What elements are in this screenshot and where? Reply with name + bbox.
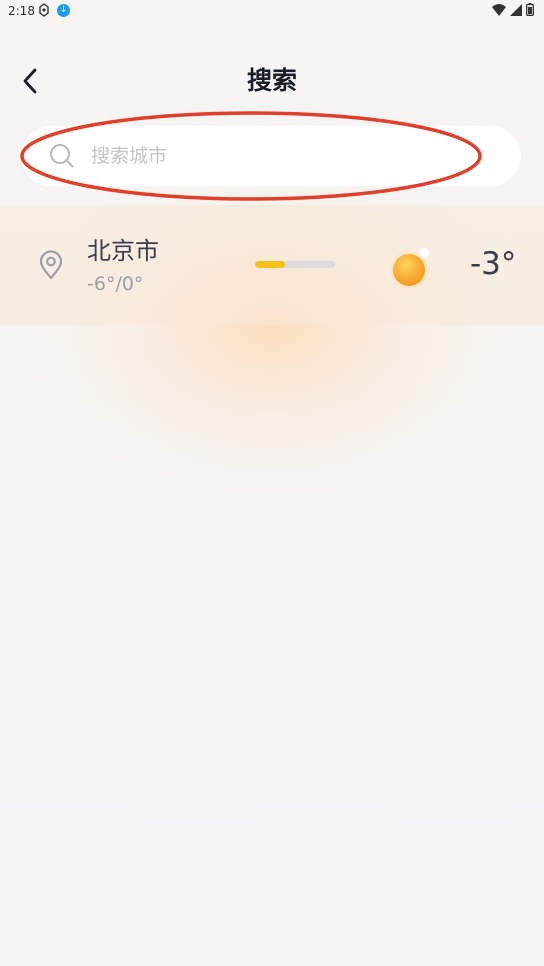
search-bar[interactable] (21, 126, 521, 186)
download-icon: ↓ (57, 4, 70, 17)
city-list-item[interactable]: 北京市 -6°/0° -3° (0, 205, 544, 325)
temperature-bar (255, 261, 335, 268)
temperature-bar-fill (255, 261, 285, 268)
location-pin-icon (39, 250, 63, 280)
search-icon (50, 144, 74, 168)
signal-icon (510, 3, 522, 16)
back-button[interactable] (14, 64, 46, 98)
chevron-left-icon (23, 68, 37, 94)
temperature-range: -6°/0° (87, 273, 144, 295)
vpn-key-icon (39, 3, 49, 17)
battery-icon (526, 3, 534, 16)
sun-icon (390, 248, 429, 289)
status-bar: 2:18 ↓ (0, 0, 544, 22)
current-temperature: -3° (470, 246, 517, 282)
city-name: 北京市 (87, 237, 159, 265)
page-title: 搜索 (246, 66, 297, 95)
wifi-icon (492, 3, 506, 16)
search-input[interactable] (91, 136, 491, 176)
status-time: 2:18 (8, 4, 35, 18)
